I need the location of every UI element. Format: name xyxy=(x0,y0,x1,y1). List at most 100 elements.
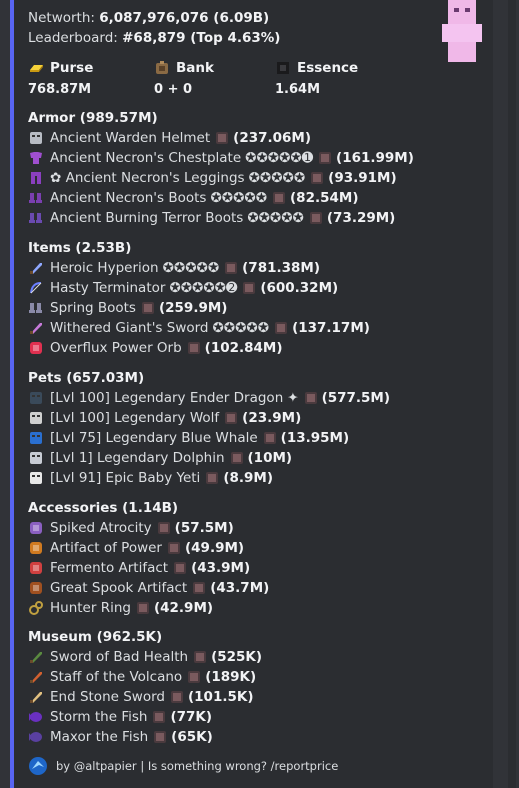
enrichment-icon xyxy=(187,341,200,354)
item-stars: ✪✪✪✪✪ xyxy=(247,209,304,226)
list-item: [Lvl 75] Legendary Blue Whale (13.95M) xyxy=(28,428,488,448)
essence-value: 1.64M xyxy=(275,82,321,97)
item-price: (237.06M) xyxy=(233,129,312,146)
item-name: Hunter Ring xyxy=(50,599,131,616)
item-price: (73.29M) xyxy=(326,209,396,226)
item-price: (23.9M) xyxy=(242,409,302,426)
leaderboard-label: Leaderboard: xyxy=(28,30,118,46)
boots-icon xyxy=(29,302,42,313)
item-stars: ✪✪✪✪✪ xyxy=(210,189,268,206)
item-name: Ancient Burning Terror Boots xyxy=(50,209,244,226)
enrichment-icon xyxy=(206,471,219,484)
spook-icon xyxy=(30,581,42,594)
chestplate-icon xyxy=(30,151,42,164)
item-price: (65K) xyxy=(171,728,213,745)
networth-value: 6,087,976,076 (6.09B) xyxy=(99,10,270,26)
list-item: Fermento Artifact (43.9M) xyxy=(28,558,488,578)
item-price: (57.5M) xyxy=(174,519,234,536)
item-price: (8.9M) xyxy=(223,469,274,486)
enrichment-icon xyxy=(194,650,207,663)
enrichment-icon xyxy=(275,321,288,334)
item-price: (43.9M) xyxy=(191,559,251,576)
bow-icon xyxy=(30,281,42,294)
sword-icon xyxy=(30,651,42,663)
item-name: Ancient Necron's Chestplate xyxy=(50,149,242,166)
yeti-icon xyxy=(30,471,42,484)
item-name: Sword of Bad Health xyxy=(50,648,189,665)
item-name: [Lvl 100] Legendary Wolf xyxy=(50,409,220,426)
list-item: Hunter Ring (42.9M) xyxy=(28,598,488,618)
list-item: Ancient Necron's Boots ✪✪✪✪✪ (82.54M) xyxy=(28,188,488,208)
item-stars: ✪✪✪✪✪➊ xyxy=(245,149,314,166)
item-price: (577.5M) xyxy=(321,389,391,406)
enrichment-icon xyxy=(263,431,276,444)
item-name: Artifact of Power xyxy=(50,539,162,556)
list-item: [Lvl 100] Legendary Ender Dragon ✦ (577.5M… xyxy=(28,388,488,408)
enrichment-icon xyxy=(170,690,183,703)
enrichment-icon xyxy=(153,710,166,723)
item-name: End Stone Sword xyxy=(50,688,165,705)
enrichment-icon xyxy=(193,581,206,594)
stat-purse: Purse 768.87M xyxy=(28,60,94,97)
section-pets: Pets (657.03M) [Lvl 100] Legendary Ender… xyxy=(28,368,488,487)
item-price: (102.84M) xyxy=(204,339,283,356)
networth-label: Networth: xyxy=(28,10,95,26)
pets-title: Pets (657.03M) xyxy=(28,370,145,386)
museum-title: Museum (962.5K) xyxy=(28,629,163,645)
section-accessories: Accessories (1.14B) Spiked Atrocity (57.5… xyxy=(28,498,488,617)
enrichment-icon xyxy=(188,670,201,683)
section-museum: Museum (962.5K) Sword of Bad Health (525K… xyxy=(28,627,488,746)
item-name: [Lvl 75] Legendary Blue Whale xyxy=(50,429,258,446)
item-name: Fermento Artifact xyxy=(50,559,169,576)
sword-icon xyxy=(30,691,42,703)
item-name: [Lvl 1] Legendary Dolphin xyxy=(50,449,225,466)
essence-icon xyxy=(277,62,289,74)
list-item: Withered Giant's Sword ✪✪✪✪✪ (137.17M) xyxy=(28,318,488,338)
item-price: (101.5K) xyxy=(187,688,254,705)
enrichment-icon xyxy=(174,561,187,574)
item-price: (259.9M) xyxy=(158,299,228,316)
fish-icon xyxy=(29,711,42,722)
list-item: Staff of the Volcano (189K) xyxy=(28,667,488,687)
enrichment-icon xyxy=(154,730,167,743)
dragon-icon xyxy=(30,391,42,404)
enrichment-icon xyxy=(230,451,243,464)
bot-avatar-icon xyxy=(29,757,47,775)
networth-embed: Networth: 6,087,976,076 (6.09B) Leaderbo… xyxy=(10,0,493,788)
list-item: Ancient Burning Terror Boots ✪✪✪✪✪ (73.29M… xyxy=(28,208,488,228)
item-price: (600.32M) xyxy=(260,279,339,296)
enrichment-icon xyxy=(319,151,332,164)
boots-icon xyxy=(29,192,42,203)
item-name: Great Spook Artifact xyxy=(50,579,188,596)
artifact-icon xyxy=(30,541,42,554)
enrichment-icon xyxy=(304,391,317,404)
list-item: Hasty Terminator ✪✪✪✪✪➋ (600.32M) xyxy=(28,278,488,298)
item-stars: ✪✪✪✪✪ xyxy=(162,259,220,276)
item-price: (161.99M) xyxy=(336,149,414,166)
section-armor: Armor (989.57M) Ancient Warden Helmet (23… xyxy=(28,108,488,227)
boots-icon xyxy=(29,212,42,223)
list-item: [Lvl 100] Legendary Wolf (23.9M) xyxy=(28,408,488,428)
item-price: (13.95M) xyxy=(280,429,350,446)
item-name: Ancient Warden Helmet xyxy=(50,129,211,146)
enrichment-icon xyxy=(225,261,238,274)
list-item: Heroic Hyperion ✪✪✪✪✪ (781.38M) xyxy=(28,258,488,278)
scrollbar[interactable] xyxy=(508,0,516,788)
item-price: (49.9M) xyxy=(184,539,245,556)
item-price: (42.9M) xyxy=(153,599,214,616)
item-name: Staff of the Volcano xyxy=(50,668,183,685)
accessories-title: Accessories (1.14B) xyxy=(28,500,179,516)
list-item: Spiked Atrocity (57.5M) xyxy=(28,518,488,538)
item-name: Hasty Terminator xyxy=(50,279,166,296)
item-name: Spring Boots xyxy=(50,299,136,316)
item-name: [Lvl 91] Epic Baby Yeti xyxy=(50,469,201,486)
item-name: [Lvl 100] Legendary Ender Dragon xyxy=(50,389,284,406)
list-item: Ancient Warden Helmet (237.06M) xyxy=(28,128,488,148)
list-item: Overflux Power Orb (102.84M) xyxy=(28,338,488,358)
item-name: Spiked Atrocity xyxy=(50,519,152,536)
fermento-icon xyxy=(30,561,42,574)
sword-icon xyxy=(30,262,42,274)
list-item: Storm the Fish (77K) xyxy=(28,707,488,727)
dolphin-icon xyxy=(30,451,42,464)
item-stars: ✪✪✪✪✪ xyxy=(212,319,270,336)
